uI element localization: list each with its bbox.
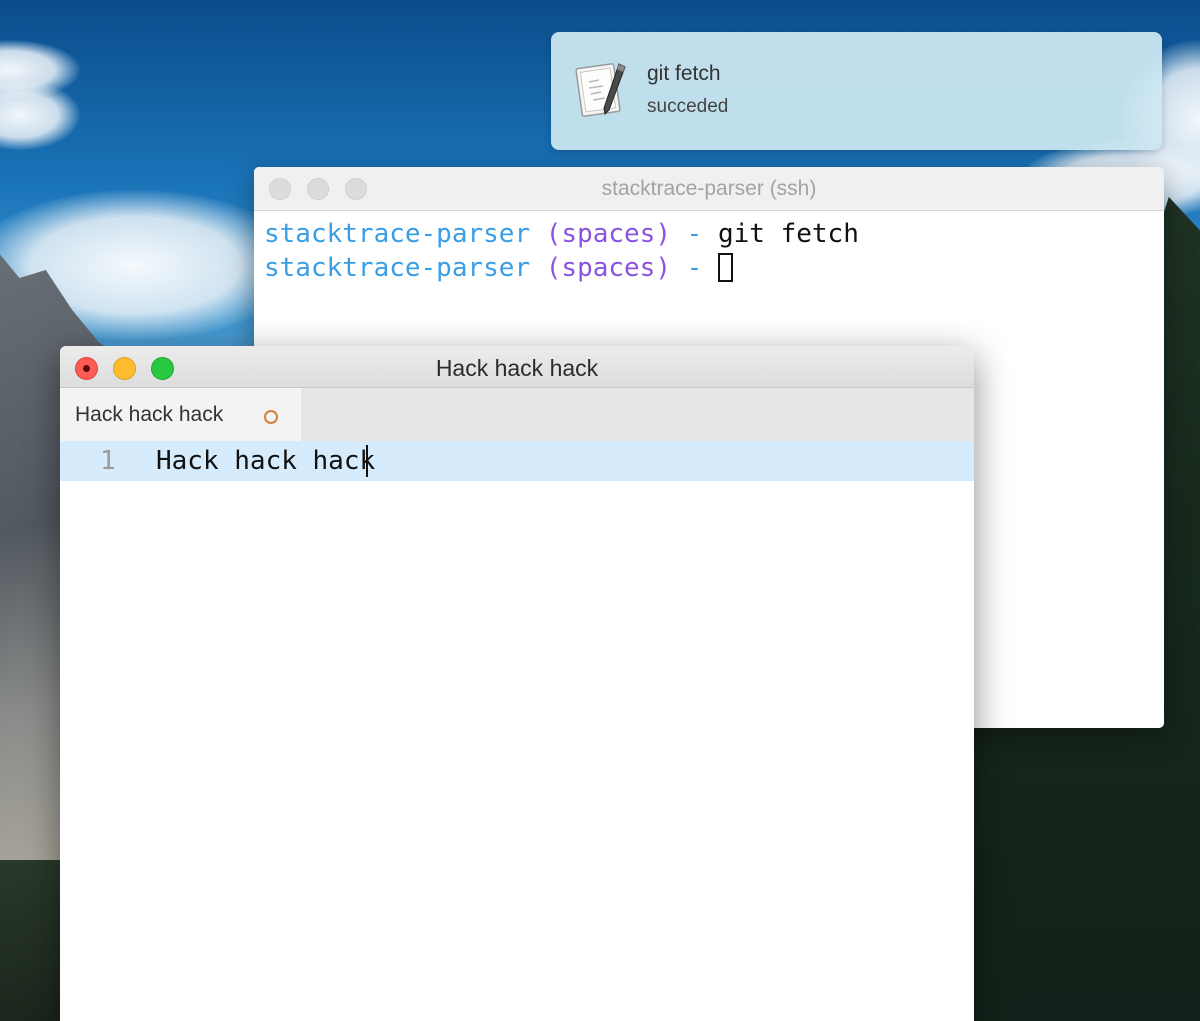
terminal-output[interactable]: stacktrace-parser (spaces) - git fetch s… [254,211,1164,291]
terminal-line: stacktrace-parser (spaces) - [264,251,1154,285]
editor-tab[interactable]: Hack hack hack [60,388,301,441]
code-line[interactable]: 1 Hack hack hack [60,441,974,481]
terminal-command: git fetch [717,219,859,249]
wallpaper-cloud [0,80,80,150]
prompt-branch: (spaces) [545,219,671,249]
prompt-dir: stacktrace-parser [264,219,531,249]
tab-bar: Hack hack hack [60,388,974,441]
editor-titlebar[interactable]: Hack hack hack [60,346,974,388]
notification-title: git fetch [647,62,721,85]
line-number: 1 [100,446,116,476]
terminal-title: stacktrace-parser (ssh) [601,177,817,200]
editor-title: Hack hack hack [435,355,599,381]
notification-body: succeded [647,96,729,117]
script-editor-icon [575,63,626,117]
prompt-separator: - [686,253,703,283]
terminal-titlebar[interactable]: stacktrace-parser (ssh) [254,167,1164,211]
notification-banner[interactable]: git fetch succeded [551,32,1162,150]
prompt-separator: - [686,219,703,249]
code-area[interactable]: 1 Hack hack hack [60,441,974,481]
unsaved-dot-icon[interactable] [264,410,278,424]
editor-window[interactable]: Hack hack hack Hack hack hack 1 Hack hac… [60,346,974,1021]
text-caret [366,445,368,477]
tab-label: Hack hack hack [75,403,224,426]
prompt-branch: (spaces) [545,253,671,283]
terminal-line: stacktrace-parser (spaces) - git fetch [264,217,1154,251]
prompt-dir: stacktrace-parser [264,253,531,283]
line-text: Hack hack hack [156,446,376,476]
terminal-cursor [717,253,733,282]
